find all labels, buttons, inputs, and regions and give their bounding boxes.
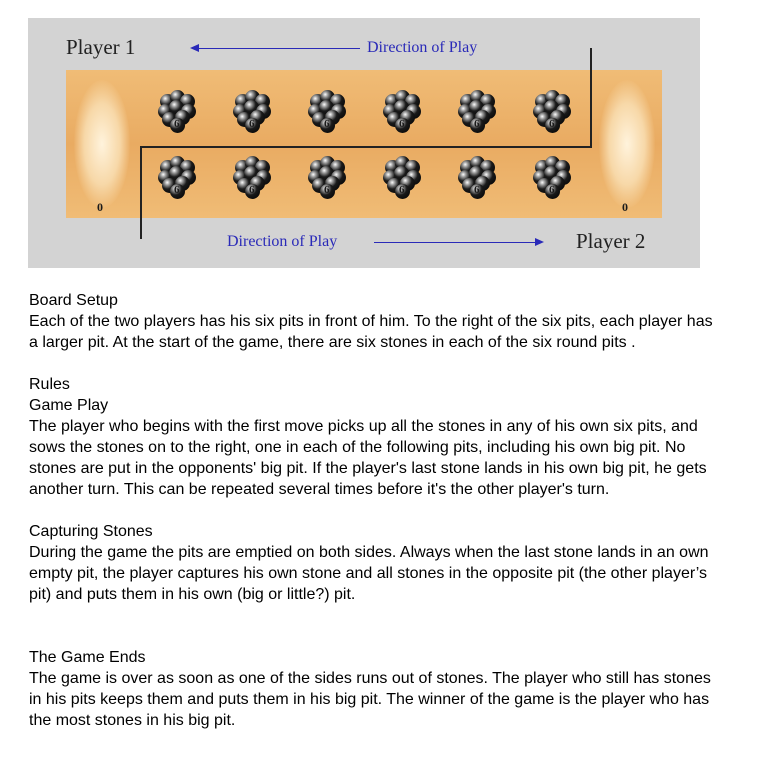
divider-line [140, 146, 142, 239]
left-arrow-icon [190, 43, 360, 52]
game-play-heading: Game Play [29, 397, 109, 414]
capturing-body: During the game the pits are emptied on … [29, 544, 709, 603]
pit-stone-count: 6 [474, 184, 480, 196]
board-setup-heading: Board Setup [29, 292, 118, 309]
board-wood: 0 0 6 6 6 6 6 6 6 6 6 6 6 6 [66, 70, 662, 218]
pit-top-3[interactable]: 6 [306, 88, 350, 134]
pit-stone-count: 6 [249, 118, 255, 130]
player-1-label: Player 1 [66, 35, 136, 59]
pit-bottom-1[interactable]: 6 [156, 154, 200, 200]
game-play-body: The player who begins with the first mov… [29, 418, 707, 498]
pit-stone-count: 6 [549, 118, 555, 130]
mancala-board-diagram: Player 1 Direction of Play 0 0 6 6 6 6 6 6 6 6… [28, 18, 700, 268]
player-2-big-pit-count: 0 [622, 200, 628, 214]
pit-bottom-5[interactable]: 6 [456, 154, 500, 200]
rules-text: Board Setup Each of the two players has … [29, 290, 719, 731]
pit-stone-count: 6 [249, 184, 255, 196]
rules-heading: Rules [29, 376, 70, 393]
player-1-big-pit [74, 80, 130, 208]
pit-stone-count: 6 [399, 118, 405, 130]
capturing-heading: Capturing Stones [29, 523, 153, 540]
board-setup-body: Each of the two players has his six pits… [29, 313, 713, 351]
pit-bottom-4[interactable]: 6 [381, 154, 425, 200]
right-arrow-icon [374, 237, 544, 246]
pit-top-6[interactable]: 6 [531, 88, 575, 134]
direction-of-play-top: Direction of Play [367, 39, 478, 56]
pit-stone-count: 6 [399, 184, 405, 196]
player-2-label: Player 2 [576, 229, 646, 253]
divider-line [141, 146, 592, 148]
pit-top-1[interactable]: 6 [156, 88, 200, 134]
pit-stone-count: 6 [324, 118, 330, 130]
pit-stone-count: 6 [174, 184, 180, 196]
pit-stone-count: 6 [174, 118, 180, 130]
pit-top-2[interactable]: 6 [231, 88, 275, 134]
pit-bottom-3[interactable]: 6 [306, 154, 350, 200]
divider-line [590, 48, 592, 147]
pit-top-5[interactable]: 6 [456, 88, 500, 134]
pit-bottom-2[interactable]: 6 [231, 154, 275, 200]
game-ends-heading: The Game Ends [29, 649, 146, 666]
game-ends-body: The game is over as soon as one of the s… [29, 670, 711, 729]
direction-of-play-bottom: Direction of Play [227, 233, 338, 250]
pit-stone-count: 6 [324, 184, 330, 196]
player-2-big-pit [599, 80, 655, 208]
pit-top-4[interactable]: 6 [381, 88, 425, 134]
player-1-big-pit-count: 0 [97, 200, 103, 214]
pit-stone-count: 6 [474, 118, 480, 130]
pit-bottom-6[interactable]: 6 [531, 154, 575, 200]
pit-stone-count: 6 [549, 184, 555, 196]
